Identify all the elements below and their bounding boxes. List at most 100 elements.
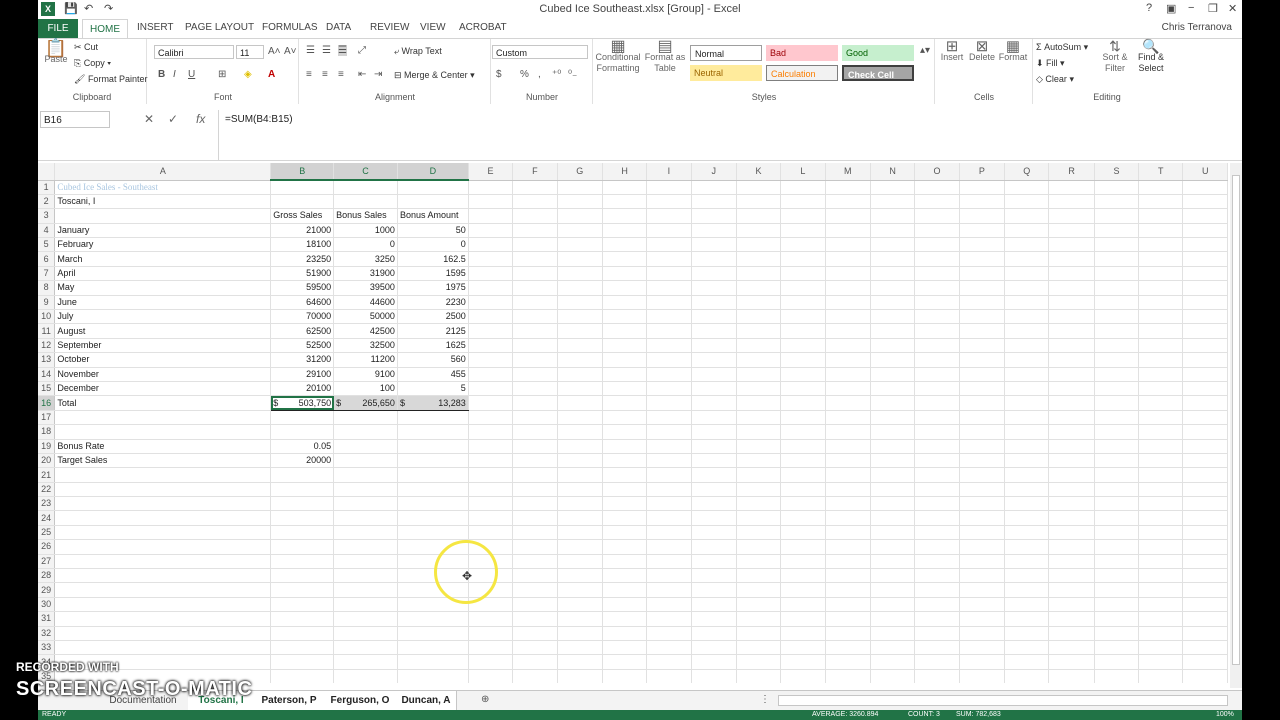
format-as-table-button[interactable]: ▤ Format as Table (644, 39, 686, 74)
insert-function-icon[interactable]: fx (196, 112, 205, 126)
grid-cell[interactable] (914, 496, 960, 512)
month-label[interactable]: April (54, 266, 272, 282)
grid-cell[interactable] (1094, 280, 1140, 296)
restore-icon[interactable]: ❐ (1208, 2, 1218, 15)
grid-cell[interactable] (602, 208, 648, 224)
grid-cell[interactable] (557, 554, 603, 570)
grid-cell[interactable] (557, 208, 603, 224)
grid-cell[interactable] (914, 367, 960, 382)
grid-cell[interactable] (602, 597, 648, 613)
grid-cell[interactable] (1094, 410, 1140, 426)
cancel-icon[interactable]: ✕ (144, 112, 154, 126)
grid-cell[interactable] (914, 525, 960, 541)
font-name-select[interactable]: Calibri (154, 45, 234, 59)
grid-cell[interactable] (870, 568, 916, 584)
grid-cell[interactable] (512, 180, 558, 195)
grid-cell[interactable] (1094, 424, 1140, 440)
grid-cell[interactable] (1138, 237, 1184, 253)
grid-cell[interactable] (397, 482, 469, 498)
grid-cell[interactable] (1048, 208, 1095, 224)
user-name[interactable]: Chris Terranova (1162, 22, 1232, 33)
grid-cell[interactable] (1048, 539, 1095, 555)
grid-cell[interactable] (780, 640, 826, 656)
grid-cell[interactable] (468, 496, 514, 512)
gross-sales-cell[interactable]: 20100 (270, 381, 335, 397)
grid-cell[interactable] (270, 510, 335, 526)
grid-cell[interactable] (691, 295, 737, 311)
grid-cell[interactable] (870, 280, 916, 296)
grid-cell[interactable] (602, 496, 648, 512)
grid-cell[interactable] (870, 669, 916, 683)
grid-cell[interactable] (914, 194, 960, 210)
grid-cell[interactable] (557, 482, 603, 498)
grid-cell[interactable] (780, 467, 826, 483)
grid-cell[interactable] (914, 323, 960, 339)
column-header-m[interactable]: M (825, 163, 871, 181)
grid-cell[interactable] (691, 338, 737, 354)
grid-cell[interactable] (1004, 539, 1050, 555)
grid-cell[interactable] (736, 654, 782, 670)
grid-cell[interactable] (959, 626, 1006, 642)
grid-cell[interactable] (54, 467, 272, 483)
grid-cell[interactable] (512, 554, 558, 570)
grid-cell[interactable] (1048, 338, 1095, 354)
grid-cell[interactable] (270, 525, 335, 541)
bonus-amount-cell[interactable]: 1975 (397, 280, 469, 296)
grid-cell[interactable] (333, 654, 398, 670)
grid-cell[interactable] (1182, 410, 1228, 426)
grid-cell[interactable] (1094, 510, 1140, 526)
grid-cell[interactable] (557, 237, 603, 253)
grid-cell[interactable] (1094, 439, 1140, 454)
grid-cell[interactable] (646, 381, 692, 397)
row-header[interactable]: 26 (38, 539, 56, 555)
grid-cell[interactable] (1004, 482, 1050, 498)
grid-cell[interactable] (870, 223, 916, 239)
grid-cell[interactable] (602, 338, 648, 354)
month-label[interactable]: August (54, 323, 272, 339)
grid-cell[interactable] (1138, 309, 1184, 325)
grid-cell[interactable] (736, 439, 782, 454)
grid-cell[interactable] (691, 525, 737, 541)
grid-cell[interactable] (1094, 309, 1140, 325)
grid-cell[interactable] (512, 424, 558, 440)
grid-cell[interactable] (397, 626, 469, 642)
grid-cell[interactable] (557, 395, 603, 411)
grid-cell[interactable] (870, 237, 916, 253)
format-cells-button[interactable]: ▦ Format (998, 39, 1028, 63)
grid-cell[interactable] (54, 208, 272, 224)
grid-cell[interactable] (512, 194, 558, 210)
grid-cell[interactable] (1182, 510, 1228, 526)
month-label[interactable]: September (54, 338, 272, 354)
header-bonus-amount[interactable]: Bonus Amount (397, 208, 469, 224)
grid-cell[interactable] (914, 582, 960, 598)
grid-cell[interactable] (736, 554, 782, 570)
gross-sales-cell[interactable]: 18100 (270, 237, 335, 253)
grid-cell[interactable] (646, 669, 692, 683)
grid-cell[interactable] (959, 323, 1006, 339)
grid-cell[interactable] (602, 654, 648, 670)
grid-cell[interactable] (602, 626, 648, 642)
grid-cell[interactable] (468, 180, 514, 195)
grid-cell[interactable] (1182, 223, 1228, 239)
grid-cell[interactable] (270, 424, 335, 440)
italic-button[interactable]: I (173, 69, 176, 80)
grid-cell[interactable] (736, 510, 782, 526)
grid-cell[interactable] (1048, 453, 1095, 469)
grid-cell[interactable] (914, 309, 960, 325)
grid-cell[interactable] (959, 467, 1006, 483)
style-calculation[interactable]: Calculation (766, 65, 838, 81)
grid-cell[interactable] (959, 223, 1006, 239)
grid-cell[interactable] (914, 568, 960, 584)
grid-cell[interactable] (557, 381, 603, 397)
tab-data[interactable]: DATA (326, 22, 351, 33)
grid-cell[interactable] (1004, 510, 1050, 526)
increase-indent-icon[interactable]: ⇥ (374, 69, 382, 80)
paste-button[interactable]: 📋 Paste (42, 39, 70, 65)
grid-cell[interactable] (780, 482, 826, 498)
grid-cell[interactable] (959, 180, 1006, 195)
grid-cell[interactable] (333, 496, 398, 512)
grid-cell[interactable] (1138, 539, 1184, 555)
fill-button[interactable]: ⬇ Fill ▾ (1036, 58, 1065, 69)
grid-cell[interactable] (646, 611, 692, 627)
copy-button[interactable]: ⎘ Copy ▾ (74, 58, 111, 69)
